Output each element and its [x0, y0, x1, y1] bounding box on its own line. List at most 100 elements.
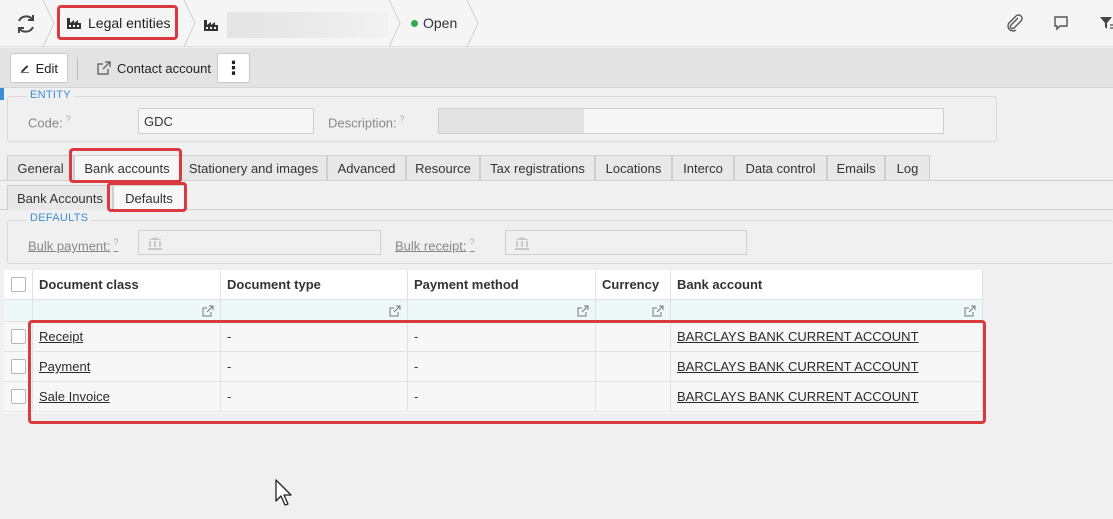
subtab-defaults[interactable]: Defaults [113, 185, 185, 210]
table-row[interactable]: Payment - - BARCLAYS BANK CURRENT ACCOUN… [4, 352, 983, 382]
defaults-grid: Document class Document type Payment met… [4, 270, 983, 413]
column-header-document-class[interactable]: Document class [33, 270, 221, 299]
help-icon[interactable]: ? [66, 114, 71, 124]
code-label: Code:? [28, 114, 71, 131]
contact-account-label: Contact account [117, 60, 211, 76]
cursor-icon [275, 479, 292, 506]
row-checkbox[interactable] [10, 389, 26, 404]
pencil-icon [20, 65, 29, 73]
table-row[interactable]: Sale Invoice - - BARCLAYS BANK CURRENT A… [4, 382, 983, 412]
cell-document-class: Receipt [33, 322, 221, 351]
tab-bank-accounts[interactable]: Bank accounts [74, 155, 180, 180]
bulk-payment-label[interactable]: Bulk payment:? [28, 237, 118, 253]
select-all-checkbox[interactable] [10, 277, 26, 292]
tab-row-line [0, 180, 1113, 181]
toolbar-divider [77, 58, 78, 80]
help-icon[interactable]: ? [400, 114, 405, 124]
help-icon[interactable]: ? [470, 237, 475, 247]
tab-general[interactable]: General [7, 155, 74, 180]
row-checkbox[interactable] [10, 329, 26, 344]
cell-document-type: - [221, 352, 408, 381]
cell-document-type: - [221, 382, 408, 411]
tab-stationery-and-images[interactable]: Stationery and images [180, 155, 327, 180]
more-actions-button[interactable]: ⋮ [217, 53, 250, 83]
tab-advanced[interactable]: Advanced [327, 155, 406, 180]
filter-payment-method[interactable] [408, 300, 596, 321]
breadcrumb-separator [466, 0, 479, 47]
column-header-payment-method[interactable]: Payment method [408, 270, 596, 299]
comment-icon[interactable] [1052, 14, 1070, 32]
subtab-bank-accounts[interactable]: Bank Accounts [7, 185, 113, 210]
redacted-entity-name [227, 12, 388, 38]
cell-bank-account: BARCLAYS BANK CURRENT ACCOUNT [671, 382, 983, 411]
grid-header-row: Document class Document type Payment met… [4, 270, 983, 300]
filter-bank-account[interactable] [671, 300, 983, 321]
breadcrumb-legal-entities[interactable]: Legal entities [57, 5, 178, 40]
edit-button[interactable]: Edit [10, 53, 68, 83]
description-label: Description:? [328, 114, 405, 131]
bulk-receipt-label[interactable]: Bulk receipt:? [395, 237, 475, 253]
cell-bank-account: BARCLAYS BANK CURRENT ACCOUNT [671, 322, 983, 351]
column-header-currency[interactable]: Currency [596, 270, 671, 299]
status-label: Open [423, 15, 458, 31]
filter-document-class[interactable] [33, 300, 221, 321]
filter-document-type[interactable] [221, 300, 408, 321]
left-accent-bar [0, 88, 4, 100]
row-select-cell [4, 322, 33, 351]
cell-currency [596, 352, 671, 381]
bank-account-link[interactable]: BARCLAYS BANK CURRENT ACCOUNT [677, 359, 919, 374]
cell-document-type: - [221, 322, 408, 351]
tab-resource[interactable]: Resource [406, 155, 480, 180]
external-link-icon[interactable] [577, 305, 589, 317]
breadcrumb-separator [42, 0, 55, 47]
tab-emails[interactable]: Emails [827, 155, 885, 180]
external-link-icon[interactable] [389, 305, 401, 317]
cell-bank-account: BARCLAYS BANK CURRENT ACCOUNT [671, 352, 983, 381]
bulk-payment-input[interactable] [138, 230, 381, 255]
filter-icon[interactable] [1098, 14, 1113, 32]
external-link-icon[interactable] [202, 305, 214, 317]
action-toolbar: Edit Contact account [0, 48, 1113, 88]
column-header-bank-account[interactable]: Bank account [671, 270, 983, 299]
external-link-icon[interactable] [652, 305, 664, 317]
external-link-icon[interactable] [964, 305, 976, 317]
tab-data-control[interactable]: Data control [734, 155, 827, 180]
cell-document-class: Payment [33, 352, 221, 381]
tab-tax-registrations[interactable]: Tax registrations [480, 155, 595, 180]
defaults-legend: DEFAULTS [27, 212, 92, 224]
filter-currency[interactable] [596, 300, 671, 321]
bulk-receipt-input[interactable] [505, 230, 747, 255]
breadcrumb-separator [388, 0, 401, 47]
contact-account-button[interactable]: Contact account [88, 53, 220, 83]
breadcrumb-legal-entities-label: Legal entities [88, 14, 171, 31]
description-field[interactable] [438, 108, 944, 134]
paperclip-icon[interactable] [1006, 14, 1024, 32]
column-header-document-type[interactable]: Document type [221, 270, 408, 299]
external-link-icon [97, 61, 111, 75]
tab-locations[interactable]: Locations [595, 155, 672, 180]
document-class-link[interactable]: Receipt [39, 329, 83, 344]
redacted-description [439, 109, 584, 133]
help-icon[interactable]: ? [113, 237, 118, 247]
document-class-link[interactable]: Payment [39, 359, 90, 374]
breadcrumb-separator [183, 0, 196, 47]
cell-currency [596, 382, 671, 411]
cell-document-class: Sale Invoice [33, 382, 221, 411]
row-checkbox[interactable] [10, 359, 26, 374]
row-select-cell [4, 352, 33, 381]
code-field[interactable]: GDC [138, 108, 314, 134]
document-class-link[interactable]: Sale Invoice [39, 389, 110, 404]
bank-account-link[interactable]: BARCLAYS BANK CURRENT ACCOUNT [677, 329, 919, 344]
factory-icon [67, 17, 81, 29]
table-row[interactable]: Receipt - - BARCLAYS BANK CURRENT ACCOUN… [4, 322, 983, 352]
tab-log[interactable]: Log [885, 155, 930, 180]
breadcrumb-entity[interactable] [203, 12, 388, 38]
refresh-icon[interactable] [14, 12, 38, 36]
grid-filter-row [4, 300, 983, 322]
bank-account-link[interactable]: BARCLAYS BANK CURRENT ACCOUNT [677, 389, 919, 404]
factory-icon [204, 20, 218, 31]
status-dot-icon [411, 19, 418, 27]
edit-button-label: Edit [35, 60, 58, 76]
cell-payment-method: - [408, 352, 596, 381]
tab-interco[interactable]: Interco [672, 155, 734, 180]
